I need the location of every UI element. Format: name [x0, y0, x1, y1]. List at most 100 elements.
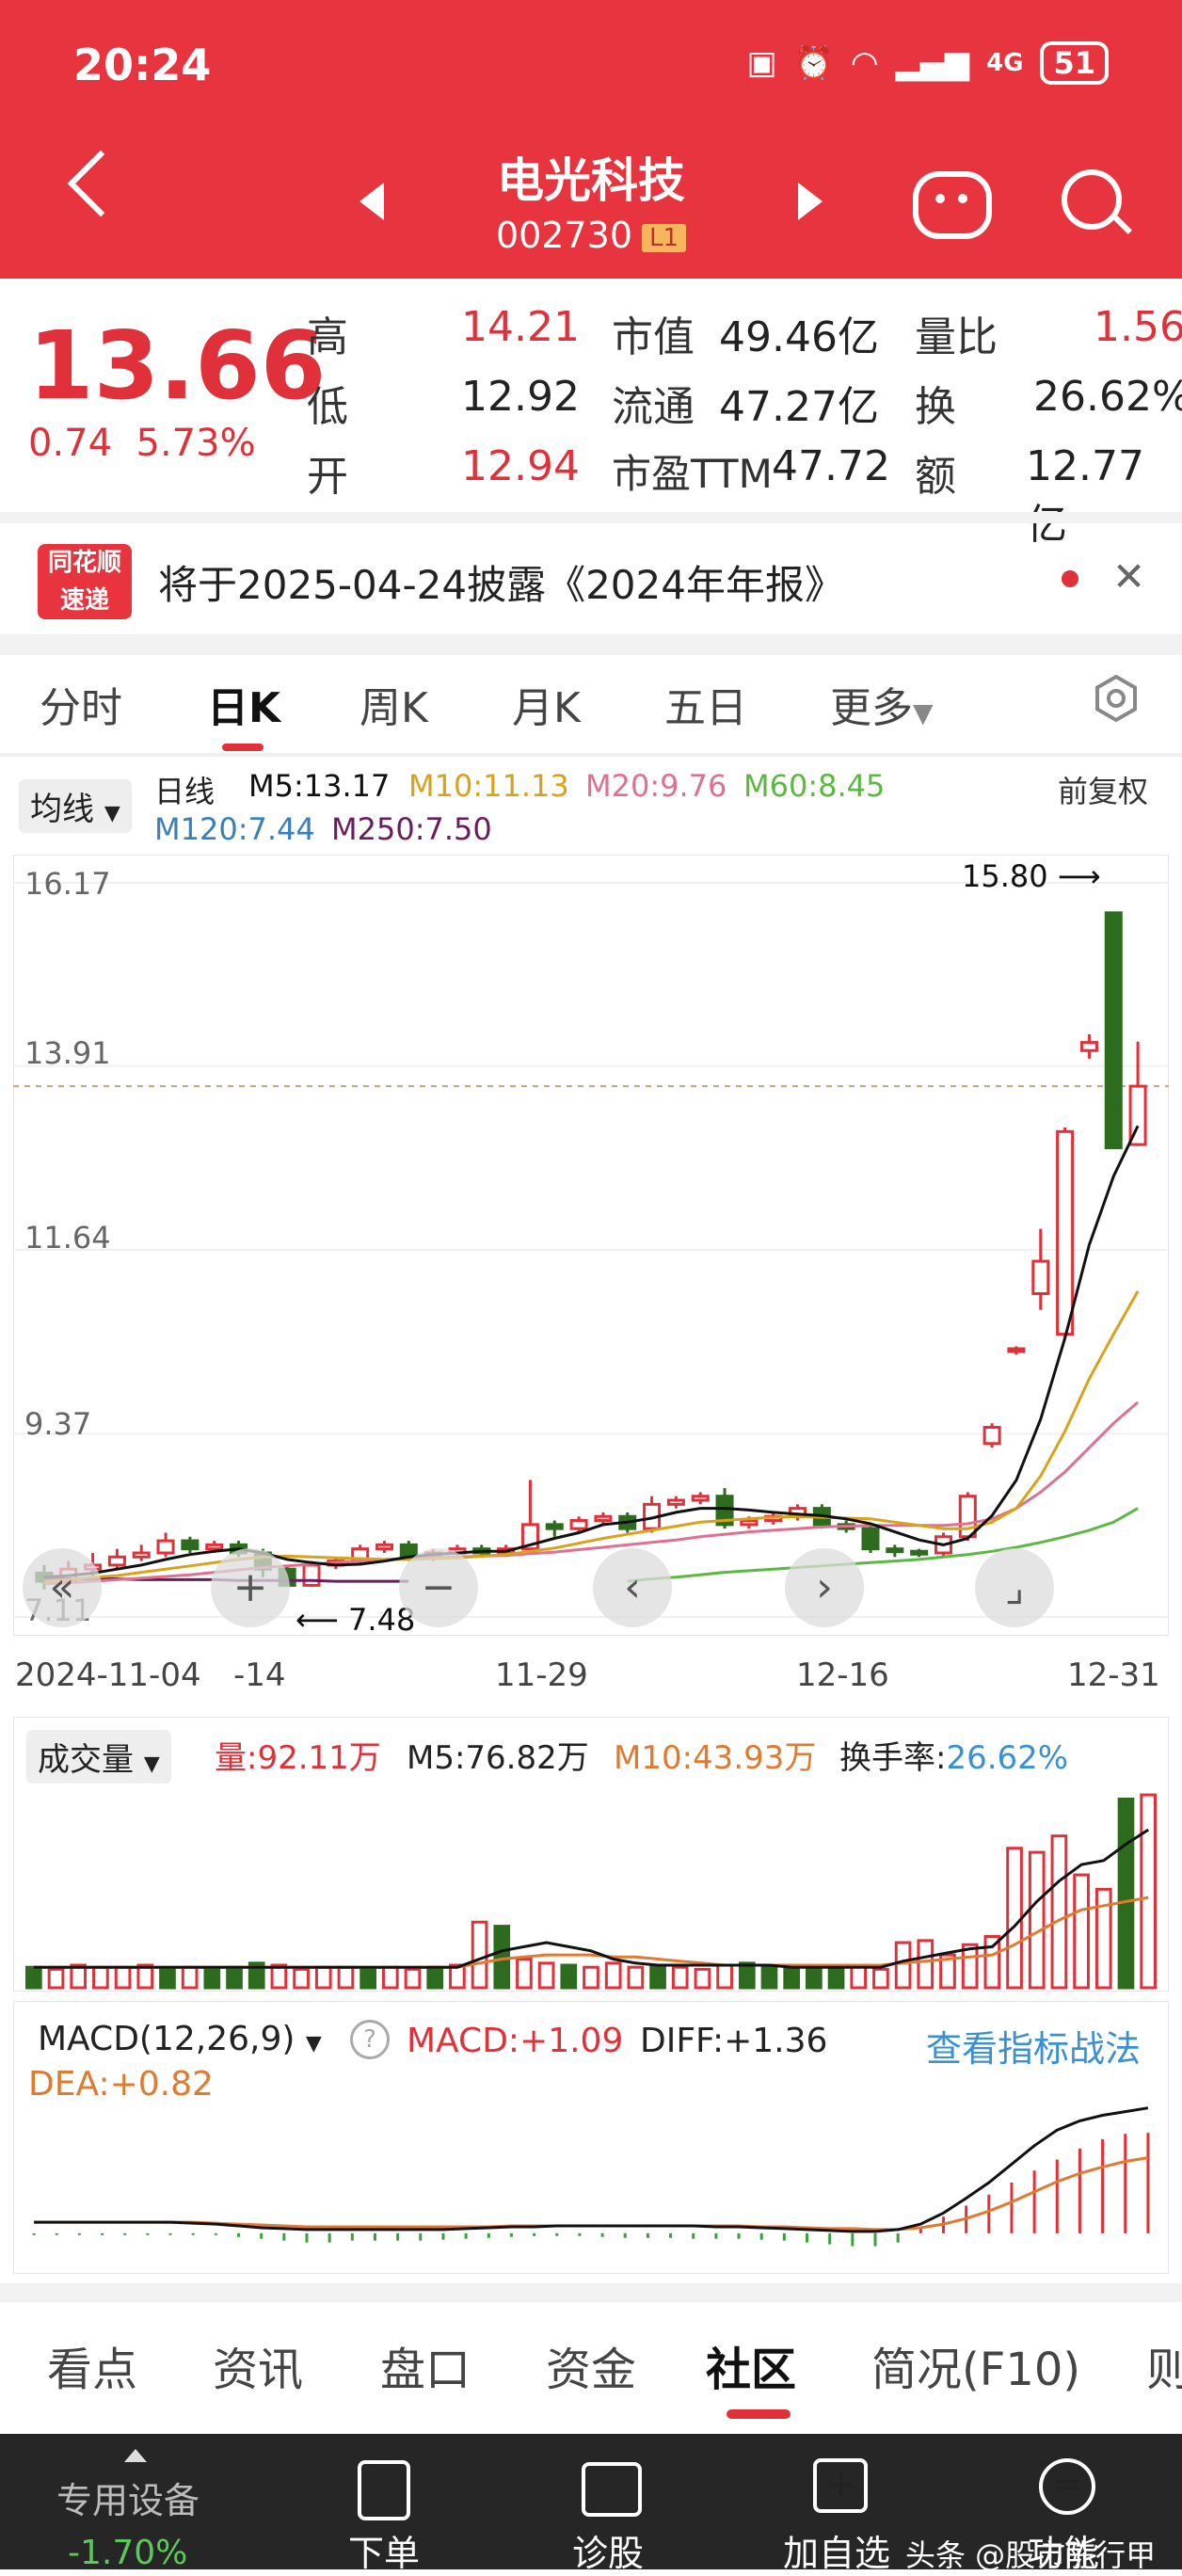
ma5-legend: M5:13.17 — [248, 768, 391, 804]
candle-body — [181, 1539, 200, 1551]
volume-bar — [426, 1965, 444, 1990]
dea-line — [34, 2156, 1149, 2232]
candle-body — [132, 1551, 151, 1559]
settings-icon[interactable] — [1092, 674, 1141, 723]
add-watchlist-button[interactable]: 加自选 — [783, 2524, 890, 2576]
volume-bar — [604, 1961, 622, 1990]
zoom-out-icon[interactable]: − — [399, 1548, 478, 1627]
tab-five-day[interactable]: 五日 — [664, 674, 747, 734]
tab-highlights[interactable]: 看点 — [47, 2332, 137, 2398]
open-value: 12.94 — [461, 442, 580, 490]
volume-bar — [114, 1965, 132, 1990]
tab-community[interactable]: 社区 — [706, 2332, 796, 2398]
rewind-icon[interactable]: « — [23, 1548, 102, 1627]
logo-line1: 同花顺 — [47, 549, 121, 577]
search-icon[interactable] — [1062, 169, 1122, 230]
tab-monthly-k[interactable]: 月K — [512, 674, 581, 734]
volume-bar — [783, 1967, 801, 1990]
candle-body — [1007, 1347, 1026, 1353]
volume-bar — [894, 1941, 912, 1990]
x-tick: -14 — [233, 1656, 286, 1694]
turnover-value: 26.62% — [1033, 373, 1182, 421]
menu-icon[interactable]: = — [1039, 2458, 1095, 2515]
low-label: 低 — [307, 383, 348, 431]
volume-m5-line — [33, 1828, 1150, 1969]
volume-bar — [627, 1965, 645, 1990]
volume-bar — [471, 1920, 488, 1990]
watermark: 头条 @股市陈行甲 — [905, 2537, 1157, 2573]
close-icon[interactable]: ✕ — [1112, 553, 1145, 600]
volume-bar — [47, 1967, 65, 1990]
notice-text[interactable]: 将于2025-04-24披露《2024年年报》 — [158, 553, 844, 611]
expand-up-icon[interactable] — [124, 2449, 147, 2462]
tab-profile[interactable]: 简况(F10) — [871, 2332, 1080, 2398]
candle-body — [691, 1495, 710, 1502]
candle-body — [205, 1543, 224, 1551]
volume-bar — [1006, 1847, 1023, 1990]
zoom-in-icon[interactable]: + — [211, 1548, 290, 1627]
status-time: 20:24 — [73, 40, 212, 90]
candle-body — [958, 1495, 977, 1539]
candle-body — [107, 1555, 126, 1567]
robot-icon[interactable] — [913, 171, 992, 239]
adjust-mode[interactable]: 前复权 — [1058, 768, 1148, 811]
candle-body — [302, 1563, 321, 1587]
x-tick: 11-29 — [495, 1656, 588, 1694]
sector-name[interactable]: 专用设备 — [56, 2472, 200, 2523]
low-marker: ⟵ 7.48 — [296, 1602, 416, 1638]
change-value: 0.74 — [28, 422, 113, 465]
high-marker: 15.80 ⟶ — [962, 858, 1101, 894]
order-button[interactable]: 下单 — [348, 2524, 420, 2576]
ma-chip-label: 均线 — [30, 791, 94, 828]
volume-bar — [337, 1965, 355, 1990]
ma60-legend: M60:8.45 — [743, 768, 886, 804]
volume-bar — [872, 1967, 889, 1990]
volume-bar — [1140, 1793, 1157, 1990]
tab-order-book[interactable]: 盘口 — [380, 2332, 471, 2398]
order-icon[interactable] — [358, 2460, 410, 2520]
price-change: 0.74 5.73% — [28, 422, 256, 465]
volume-bar — [917, 1939, 934, 1990]
scroll-left-icon[interactable]: ‹ — [593, 1548, 672, 1627]
y-tick: 9.37 — [24, 1406, 92, 1442]
volume-bar — [25, 1965, 42, 1990]
candle-body — [1031, 1259, 1050, 1295]
tab-weekly-k[interactable]: 周K — [359, 674, 428, 734]
ma-selector[interactable]: 均线 ▼ — [19, 779, 132, 833]
diagnose-button[interactable]: 诊股 — [572, 2524, 644, 2576]
x-tick: 12-16 — [796, 1656, 889, 1694]
scroll-right-icon[interactable]: › — [785, 1548, 864, 1627]
macd-frame — [13, 2001, 1169, 2274]
candle-body — [886, 1547, 904, 1554]
signal-icon: ▂▄▆ — [895, 44, 970, 82]
battery-icon: 51 — [1040, 41, 1109, 85]
pe-value: 47.72 — [772, 442, 890, 490]
volume-bar — [738, 1961, 756, 1990]
volume-bar — [516, 1957, 533, 1990]
fullscreen-icon[interactable]: ⌟ — [975, 1548, 1054, 1627]
volume-bar — [961, 1943, 979, 1990]
candle-body — [861, 1527, 880, 1551]
float-value: 47.27亿 — [719, 383, 879, 431]
low-value: 12.92 — [461, 373, 580, 421]
tab-news[interactable]: 资讯 — [213, 2332, 303, 2398]
add-icon[interactable]: + — [813, 2458, 868, 2513]
candle-body — [545, 1523, 564, 1530]
tab-more[interactable]: 更多▼ — [830, 674, 934, 734]
next-stock-button[interactable] — [798, 183, 823, 220]
tab-partial[interactable]: 则 — [1146, 2332, 1182, 2398]
diagnose-icon[interactable] — [582, 2462, 642, 2517]
tab-timeshare[interactable]: 分时 — [40, 674, 122, 734]
unread-dot — [1062, 570, 1078, 587]
macd-chart — [13, 2001, 1169, 2274]
volume-bar — [671, 1965, 689, 1990]
divider — [0, 2283, 1182, 2302]
volume-m10-line — [33, 1896, 1149, 1969]
tab-funds[interactable]: 资金 — [546, 2332, 636, 2398]
caret-down-icon: ▼ — [913, 697, 934, 728]
tab-daily-k[interactable]: 日K — [207, 674, 280, 734]
period-label: 日线 — [154, 774, 216, 809]
volume-bar — [583, 1965, 599, 1990]
volume-bar — [226, 1965, 243, 1990]
candlestick-chart[interactable] — [13, 855, 1169, 1636]
